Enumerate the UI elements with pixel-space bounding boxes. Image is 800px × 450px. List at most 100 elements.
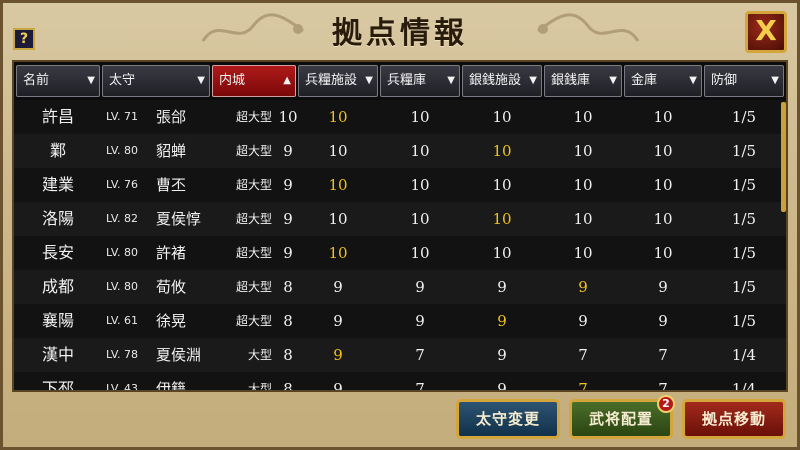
change-governor-button[interactable]: 太守変更 (456, 399, 560, 439)
cell-silver-storage: 10 (573, 142, 593, 160)
cell-provisions-storage: 10 (410, 210, 430, 228)
cell-inner-castle: 8 (283, 312, 293, 330)
table-row[interactable]: 長安 LV. 80 許褚 超大型 9 10 10 10 10 10 1/5 (14, 236, 786, 270)
column-header-provisions-facility[interactable]: 兵糧施設 ▼ (298, 65, 378, 97)
table-row[interactable]: 漢中 LV. 78 夏侯淵 大型 8 9 7 9 7 7 1/4 (14, 338, 786, 372)
table-row[interactable]: 許昌 LV. 71 張郃 超大型 10 10 10 10 10 10 1/5 (14, 100, 786, 134)
cell-vault: 7 (658, 380, 668, 392)
cell-inner-castle: 9 (283, 244, 293, 262)
cell-silver-facility: 10 (492, 176, 512, 194)
cell-vault: 7 (658, 346, 668, 364)
cell-vault: 10 (653, 244, 673, 262)
column-header-defense[interactable]: 防御 ▼ (704, 65, 784, 97)
cell-silver-storage: 7 (578, 380, 588, 392)
cell-provisions-storage: 9 (415, 312, 425, 330)
cell-provisions-storage: 10 (410, 142, 430, 160)
table-row[interactable]: 下邳 LV. 43 伊籍 大型 8 9 7 9 7 7 1/4 (14, 372, 786, 392)
cell-silver-facility: 10 (492, 142, 512, 160)
base-info-table: 名前 ▼ 太守 ▼ 内城 ▲ 兵糧施設 ▼ 兵糧庫 ▼ 銀銭施設 ▼ 銀銭庫 ▼ 金庫 ▼ 防御… (12, 60, 788, 392)
cell-level: LV. 82 (106, 212, 139, 225)
cell-defense: 1/4 (731, 346, 757, 364)
sort-down-icon: ▼ (365, 75, 373, 86)
move-base-button[interactable]: 拠点移動 (682, 399, 786, 439)
cell-silver-facility: 9 (497, 312, 507, 330)
cell-level: LV. 80 (106, 280, 139, 293)
cell-silver-facility: 10 (492, 210, 512, 228)
cell-level: LV. 43 (106, 382, 139, 392)
cell-silver-facility: 9 (497, 278, 507, 296)
cell-governor: 徐晃 (156, 312, 187, 330)
table-row[interactable]: 鄴 LV. 80 貂蝉 超大型 9 10 10 10 10 10 1/5 (14, 134, 786, 168)
cell-provisions-facility: 10 (328, 108, 348, 126)
column-header-governor[interactable]: 太守 ▼ (102, 65, 210, 97)
cell-inner-castle: 10 (278, 108, 298, 126)
sort-down-icon: ▼ (447, 75, 455, 86)
cell-silver-storage: 9 (578, 312, 588, 330)
cell-silver-storage: 10 (573, 244, 593, 262)
cell-provisions-storage: 9 (415, 278, 425, 296)
table-row[interactable]: 建業 LV. 76 曹丕 超大型 9 10 10 10 10 10 1/5 (14, 168, 786, 202)
cell-defense: 1/5 (731, 278, 757, 296)
column-header-vault[interactable]: 金庫 ▼ (624, 65, 702, 97)
cell-governor: 曹丕 (156, 176, 187, 194)
column-header-provisions-storage[interactable]: 兵糧庫 ▼ (380, 65, 460, 97)
table-row[interactable]: 襄陽 LV. 61 徐晃 超大型 8 9 9 9 9 9 1/5 (14, 304, 786, 338)
notification-badge: 2 (657, 395, 675, 413)
cell-size: 大型 (247, 348, 272, 362)
table-row[interactable]: 洛陽 LV. 82 夏侯惇 超大型 9 10 10 10 10 10 1/5 (14, 202, 786, 236)
cell-name: 洛陽 (41, 209, 74, 228)
cell-name: 長安 (41, 243, 74, 262)
cell-size: 超大型 (235, 144, 272, 158)
cell-silver-facility: 10 (492, 244, 512, 262)
cell-defense: 1/4 (731, 380, 757, 392)
cell-name: 成都 (41, 277, 74, 296)
cell-defense: 1/5 (731, 312, 757, 330)
cell-governor: 許褚 (156, 244, 187, 262)
table-row[interactable]: 成都 LV. 80 荀攸 超大型 8 9 9 9 9 9 1/5 (14, 270, 786, 304)
cell-level: LV. 80 (106, 246, 139, 259)
cell-size: 超大型 (235, 280, 272, 294)
cell-provisions-storage: 10 (410, 176, 430, 194)
scrollbar[interactable] (781, 102, 786, 212)
cell-provisions-facility: 10 (328, 210, 348, 228)
cell-provisions-storage: 7 (415, 380, 425, 392)
help-button[interactable]: ? (13, 28, 35, 50)
cell-size: 超大型 (235, 212, 272, 226)
cell-inner-castle: 8 (283, 380, 293, 392)
cell-level: LV. 78 (106, 348, 139, 361)
cell-provisions-facility: 9 (333, 346, 343, 364)
cell-silver-facility: 10 (492, 108, 512, 126)
sort-down-icon: ▼ (689, 75, 697, 86)
sort-down-icon: ▼ (87, 75, 95, 86)
cell-silver-storage: 9 (578, 278, 588, 296)
cell-provisions-facility: 10 (328, 142, 348, 160)
cell-inner-castle: 9 (283, 176, 293, 194)
cell-size: 大型 (247, 382, 272, 392)
cell-vault: 9 (658, 312, 668, 330)
cell-silver-storage: 10 (573, 108, 593, 126)
cell-size: 超大型 (235, 178, 272, 192)
cell-provisions-storage: 7 (415, 346, 425, 364)
cell-size: 超大型 (235, 314, 272, 328)
column-header-silver-facility[interactable]: 銀銭施設 ▼ (462, 65, 542, 97)
cell-size: 超大型 (235, 246, 272, 260)
column-header-silver-storage[interactable]: 銀銭庫 ▼ (544, 65, 622, 97)
cell-defense: 1/5 (731, 176, 757, 194)
cell-provisions-facility: 9 (333, 312, 343, 330)
cell-level: LV. 76 (106, 178, 139, 191)
cell-governor: 貂蝉 (156, 142, 187, 160)
cell-inner-castle: 9 (283, 210, 293, 228)
sort-up-icon: ▲ (283, 75, 291, 86)
cell-defense: 1/5 (731, 210, 757, 228)
cell-inner-castle: 8 (283, 278, 293, 296)
column-header-inner-castle[interactable]: 内城 ▲ (212, 65, 296, 97)
close-button[interactable]: X (745, 11, 787, 53)
cell-name: 建業 (41, 175, 74, 194)
cell-inner-castle: 8 (283, 346, 293, 364)
cell-defense: 1/5 (731, 244, 757, 262)
cell-governor: 夏侯淵 (156, 346, 202, 364)
column-header-name[interactable]: 名前 ▼ (16, 65, 100, 97)
cell-vault: 10 (653, 142, 673, 160)
page-title: 拠点情報 (332, 16, 468, 51)
cell-name: 下邳 (41, 379, 74, 392)
